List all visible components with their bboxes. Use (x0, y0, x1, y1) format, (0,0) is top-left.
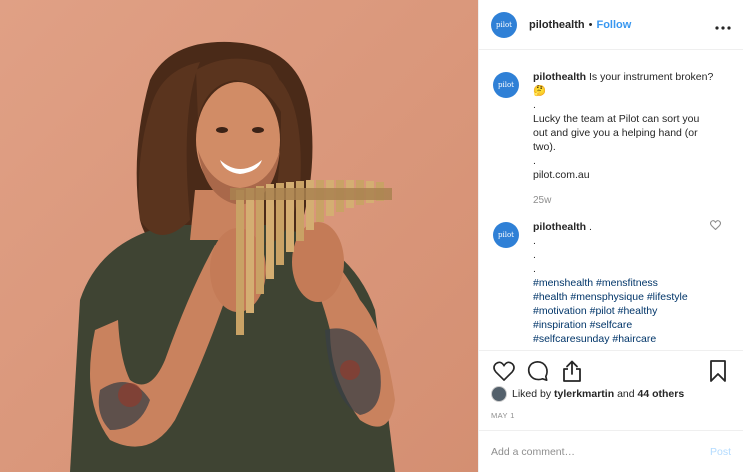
caption-timestamp[interactable]: 25w (533, 194, 715, 208)
post-date[interactable]: MAY 1 (491, 411, 515, 420)
add-comment-input[interactable] (491, 445, 710, 458)
comment-line: . (533, 249, 536, 261)
caption-username[interactable]: pilothealth (533, 71, 586, 83)
caption-line: Lucky the team at Pilot can sort you out… (533, 113, 700, 153)
comment-text: . (589, 221, 592, 233)
comment-like-heart-icon[interactable] (709, 220, 722, 233)
avatar[interactable]: pilot (493, 222, 519, 248)
add-comment-bar: Post (479, 430, 743, 472)
caption-link[interactable]: pilot.com.au (533, 168, 715, 182)
hashtag-line[interactable]: #menshealth #mensfitness (533, 276, 715, 290)
likes-others-link[interactable]: 44 others (638, 388, 685, 400)
post-side-panel: pilot pilothealth • Follow pilot pilothe… (478, 0, 743, 472)
comment-body: pilothealth . . . . #menshealth #mensfit… (533, 220, 715, 346)
avatar[interactable]: pilot (491, 11, 517, 38)
separator-dot: • (588, 18, 593, 31)
username-link[interactable]: pilothealth (529, 19, 585, 31)
post-comment-button[interactable]: Post (710, 446, 731, 458)
caption: pilot pilothealth Is your instrument bro… (479, 58, 743, 208)
liker-username[interactable]: tylerkmartin (554, 388, 614, 400)
liker-avatar[interactable] (491, 386, 507, 402)
share-icon[interactable] (559, 358, 585, 384)
like-heart-icon[interactable] (491, 358, 517, 384)
caption-first-line: pilothealth Is your instrument broken? 🤔 (533, 70, 715, 98)
hashtag-line[interactable]: #health #mensphysique #lifestyle (533, 290, 715, 304)
comment-line: . (533, 263, 536, 275)
instagram-post-view: pilot pilothealth • Follow pilot pilothe… (0, 0, 743, 472)
caption-line: . (533, 99, 536, 111)
post-header: pilot pilothealth • Follow (479, 0, 743, 50)
likes-summary: Liked by tylerkmartin and 44 others (491, 386, 684, 402)
hashtag-line[interactable]: #inspiration #selfcare (533, 318, 715, 332)
hashtag-line[interactable]: #motivation #pilot #healthy (533, 304, 715, 318)
comment-bubble-icon[interactable] (525, 358, 551, 384)
comment-line: . (533, 235, 536, 247)
photo-illustration (0, 0, 478, 472)
comment-item: pilot pilothealth . . . . #menshealth #m… (479, 208, 743, 346)
action-bar (479, 350, 743, 390)
comments-list[interactable]: pilot pilothealth Is your instrument bro… (479, 58, 743, 348)
caption-body: pilothealth Is your instrument broken? 🤔… (533, 70, 715, 208)
bookmark-icon[interactable] (705, 358, 731, 384)
caption-line: . (533, 155, 536, 167)
post-photo[interactable] (0, 0, 478, 472)
avatar[interactable]: pilot (493, 72, 519, 98)
hashtag-line[interactable]: #selfcaresunday #haircare (533, 332, 715, 346)
more-options-icon[interactable] (715, 17, 731, 33)
likes-prefix: Liked by (512, 388, 552, 400)
comment-username[interactable]: pilothealth (533, 221, 586, 233)
comment-first-line: pilothealth . (533, 220, 715, 234)
likes-and: and (617, 388, 635, 400)
follow-button[interactable]: Follow (596, 19, 631, 31)
